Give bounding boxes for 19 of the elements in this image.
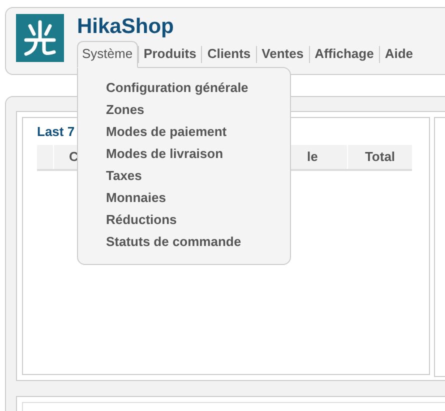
menu-item[interactable]: Affichage <box>310 41 379 68</box>
dropdown-item[interactable]: Réductions <box>106 209 177 231</box>
menu-item[interactable]: Ventes <box>256 41 309 68</box>
menu-item[interactable]: Clients <box>202 41 256 68</box>
menu-item[interactable]: Système <box>77 41 138 68</box>
dropdown-item[interactable]: Zones <box>106 99 144 121</box>
table-header-cell: Total <box>347 145 412 169</box>
dropdown-item[interactable]: Modes de livraison <box>106 143 224 165</box>
dropdown-item[interactable]: Statuts de commande <box>106 231 242 253</box>
dropdown-item[interactable]: Configuration générale <box>106 77 248 99</box>
table-header-cell-text: le <box>307 148 319 166</box>
app-title: HikaShop <box>77 15 175 39</box>
menu-item[interactable]: Aide <box>380 41 418 68</box>
dropdown-item[interactable]: Monnaies <box>106 187 166 209</box>
panel-title: Last 7 <box>37 124 75 140</box>
dropdown-item[interactable]: Taxes <box>106 165 142 187</box>
logo-icon <box>16 14 64 62</box>
menu-item[interactable]: Produits <box>138 41 202 68</box>
dropdown-item[interactable]: Modes de paiement <box>106 121 227 143</box>
